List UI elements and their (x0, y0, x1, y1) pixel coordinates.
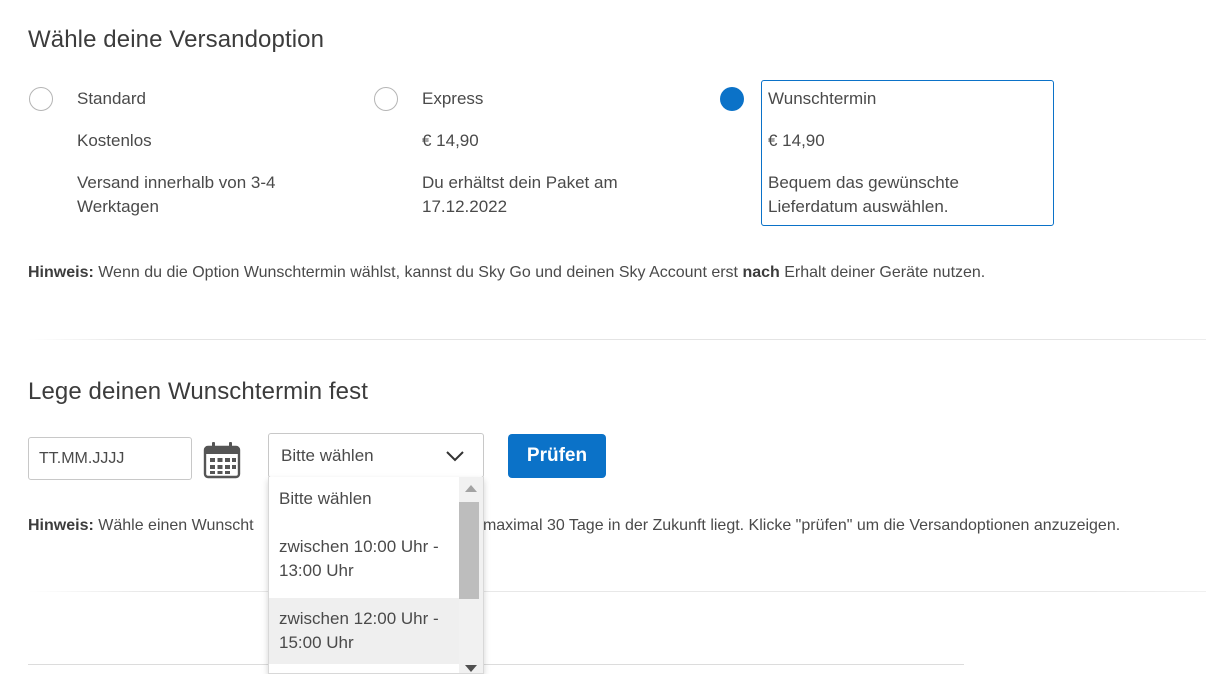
shipping-section-title: Wähle deine Versandoption (28, 26, 325, 53)
appointment-section-title: Lege deinen Wunschtermin fest (28, 378, 368, 405)
hint-label: Hinweis: (28, 264, 94, 281)
hint-label: Hinweis: (28, 517, 94, 534)
option-name: Standard (77, 89, 146, 108)
time-slot-select[interactable]: Bitte wählen (268, 433, 484, 478)
appointment-hint: Hinweis: Wähle einen Wunscht d maximal 30… (28, 515, 1120, 537)
shipping-option-standard[interactable]: Standard Kostenlos Versand innerhalb von… (28, 80, 348, 226)
option-price: Kostenlos (77, 131, 152, 150)
shipping-option-express[interactable]: Express € 14,90 Du erhältst dein Paket a… (373, 80, 693, 226)
section-divider (28, 664, 964, 665)
radio-wunschtermin[interactable] (720, 87, 744, 111)
option-description: Versand innerhalb von 3-4 Werktagen (77, 173, 276, 216)
dropdown-option[interactable]: Bitte wählen (269, 487, 459, 511)
section-divider (28, 591, 1206, 592)
check-button[interactable]: Prüfen (508, 434, 606, 478)
section-divider (28, 339, 1206, 340)
radio-express[interactable] (374, 87, 398, 111)
time-slot-dropdown-list[interactable]: Bitte wählen zwischen 10:00 Uhr - 13:00 … (268, 477, 484, 674)
scrollbar-thumb[interactable] (459, 502, 479, 599)
dropdown-scrollbar[interactable] (459, 477, 483, 673)
hint-emphasis: nach (742, 264, 780, 281)
date-input[interactable] (28, 437, 192, 480)
hint-text-before: Wenn du die Option Wunschtermin wählst, … (93, 264, 743, 281)
option-name: Express (422, 89, 484, 108)
hint-text-after: Erhalt deiner Geräte nutzen. (779, 264, 986, 281)
hint-text-right: d maximal 30 Tage in der Zukunft liegt. … (469, 517, 1121, 534)
option-price: € 14,90 (422, 131, 479, 150)
radio-standard[interactable] (29, 87, 53, 111)
scroll-down-arrow-icon[interactable] (465, 665, 477, 672)
option-description: Bequem das gewünschte Lieferdatum auswäh… (768, 173, 959, 216)
option-price: € 14,90 (768, 131, 825, 150)
calendar-icon[interactable] (203, 441, 241, 479)
shipping-hint: Hinweis: Wenn du die Option Wunschtermin… (28, 262, 985, 284)
dropdown-option-highlighted[interactable]: zwischen 12:00 Uhr - 15:00 Uhr (269, 598, 459, 664)
select-value: Bitte wählen (281, 446, 374, 465)
chevron-down-icon (446, 451, 464, 462)
shipping-option-wunschtermin[interactable]: Wunschtermin € 14,90 Bequem das gewünsch… (719, 80, 1059, 226)
option-name: Wunschtermin (768, 89, 877, 108)
dropdown-option[interactable]: zwischen 10:00 Uhr - 13:00 Uhr (269, 535, 459, 583)
scroll-up-arrow-icon[interactable] (465, 485, 477, 492)
option-description: Du erhältst dein Paket am 17.12.2022 (422, 173, 618, 216)
hint-text-left: Wähle einen Wunscht (93, 517, 254, 534)
